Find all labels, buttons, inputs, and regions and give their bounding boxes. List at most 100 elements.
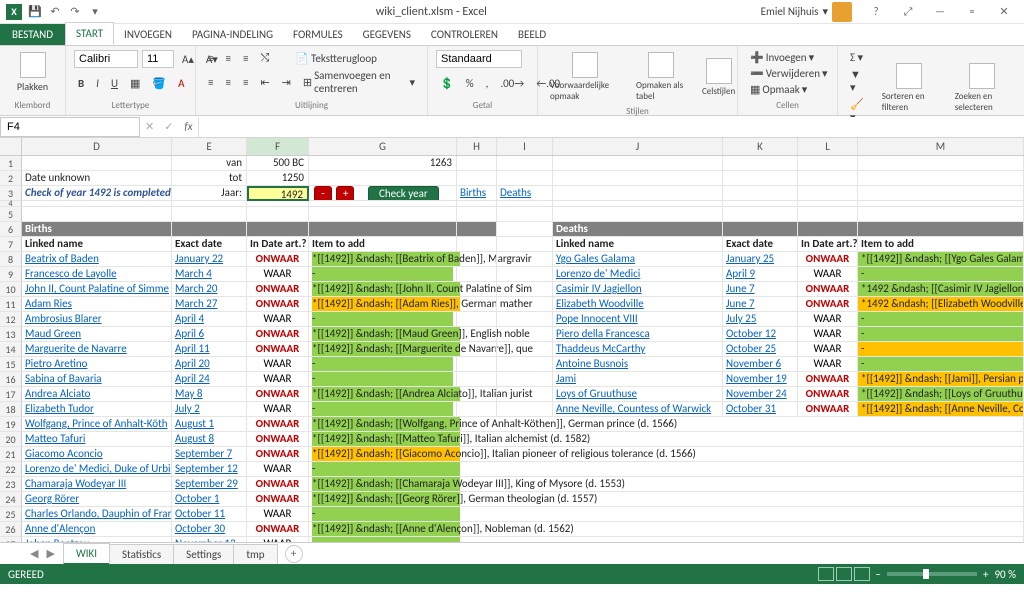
- row-header[interactable]: 27: [0, 537, 22, 542]
- linked-name[interactable]: Wolfgang, Prince of Anhalt-Köth: [22, 417, 172, 432]
- exact-date-d[interactable]: November 19: [723, 372, 798, 387]
- row-header[interactable]: 22: [0, 462, 22, 477]
- tab-pagina-indeling[interactable]: PAGINA-INDELING: [182, 24, 283, 45]
- bold-button[interactable]: B: [74, 76, 88, 91]
- cell[interactable]: [457, 171, 497, 186]
- row-header[interactable]: 5: [0, 207, 22, 222]
- cell[interactable]: [457, 327, 497, 342]
- cell[interactable]: [457, 312, 497, 327]
- increase-decimal-icon[interactable]: .00→: [496, 76, 528, 91]
- font-size-combo[interactable]: [142, 50, 174, 68]
- font-color-icon[interactable]: A: [174, 76, 188, 91]
- row-header[interactable]: 16: [0, 372, 22, 387]
- cell[interactable]: [457, 342, 497, 357]
- tab-bestand[interactable]: BESTAND: [0, 24, 65, 45]
- exact-date[interactable]: September 12: [172, 462, 247, 477]
- undo-icon[interactable]: ↶: [48, 5, 62, 19]
- linked-name[interactable]: Maud Green: [22, 327, 172, 342]
- cell[interactable]: [457, 252, 497, 267]
- cell[interactable]: [457, 207, 497, 222]
- tab-start[interactable]: START: [65, 22, 114, 45]
- comma-icon[interactable]: ,: [482, 76, 493, 91]
- select-all-triangle[interactable]: [0, 138, 22, 155]
- cell[interactable]: [497, 357, 553, 372]
- align-left-icon[interactable]: ≡: [204, 75, 217, 90]
- row-header[interactable]: 26: [0, 522, 22, 537]
- cell[interactable]: [22, 207, 172, 222]
- maximize-button[interactable]: ▫: [958, 3, 986, 21]
- save-icon[interactable]: 💾: [28, 5, 42, 19]
- exact-date[interactable]: April 24: [172, 372, 247, 387]
- column-header-K[interactable]: K: [723, 138, 798, 155]
- cell[interactable]: [553, 186, 723, 201]
- font-name-combo[interactable]: [74, 50, 138, 68]
- cell[interactable]: [497, 267, 553, 282]
- val-1263[interactable]: 1263: [309, 156, 457, 171]
- cell[interactable]: [553, 156, 723, 171]
- tab-invoegen[interactable]: INVOEGEN: [114, 24, 182, 45]
- row-header[interactable]: 25: [0, 507, 22, 522]
- cell[interactable]: [497, 297, 553, 312]
- add-sheet-button[interactable]: +: [285, 545, 303, 563]
- align-top-icon[interactable]: ≡: [204, 51, 217, 66]
- number-format-combo[interactable]: [436, 50, 522, 68]
- row-header[interactable]: 10: [0, 282, 22, 297]
- column-header-H[interactable]: H: [457, 138, 497, 155]
- formula-bar[interactable]: [198, 117, 1024, 137]
- fill-color-icon[interactable]: 🪣: [148, 76, 170, 91]
- exact-date[interactable]: April 20: [172, 357, 247, 372]
- zoom-slider[interactable]: [887, 572, 977, 576]
- cell[interactable]: [723, 207, 798, 222]
- check-year-button[interactable]: Check year: [368, 186, 439, 201]
- row-header[interactable]: 14: [0, 342, 22, 357]
- zoom-level[interactable]: 90 %: [994, 568, 1016, 581]
- user-area[interactable]: Emiel Nijhuis ▾: [761, 2, 862, 22]
- cell[interactable]: [497, 207, 553, 222]
- name-box[interactable]: [0, 117, 140, 137]
- jaar-input[interactable]: 1492: [247, 186, 309, 201]
- tab-formules[interactable]: FORMULES: [283, 24, 353, 45]
- column-header-M[interactable]: M: [858, 138, 1024, 155]
- linked-name[interactable]: Giacomo Aconcio: [22, 447, 172, 462]
- linked-name[interactable]: Francesco de Layolle: [22, 267, 172, 282]
- increase-indent-icon[interactable]: ⇥: [278, 75, 295, 90]
- linked-name-d[interactable]: Piero della Francesca: [553, 327, 723, 342]
- exact-date[interactable]: March 27: [172, 297, 247, 312]
- linked-name[interactable]: Adam Ries: [22, 297, 172, 312]
- column-header-J[interactable]: J: [553, 138, 723, 155]
- linked-name[interactable]: Pietro Aretino: [22, 357, 172, 372]
- cell[interactable]: [457, 156, 497, 171]
- row-header[interactable]: 11: [0, 297, 22, 312]
- exact-date-d[interactable]: October 25: [723, 342, 798, 357]
- row-header[interactable]: 19: [0, 417, 22, 432]
- underline-button[interactable]: U: [107, 76, 122, 91]
- qat-customize-icon[interactable]: ▾: [88, 5, 102, 19]
- exact-date[interactable]: August 8: [172, 432, 247, 447]
- cell[interactable]: [497, 237, 553, 252]
- cell[interactable]: [497, 342, 553, 357]
- exact-date[interactable]: September 29: [172, 477, 247, 492]
- exact-date[interactable]: October 11: [172, 507, 247, 522]
- row-header[interactable]: 15: [0, 357, 22, 372]
- column-header-F[interactable]: F: [247, 138, 309, 155]
- val-van[interactable]: 500 BC: [247, 156, 309, 171]
- linked-name[interactable]: Chamaraja Wodeyar III: [22, 477, 172, 492]
- deaths-link[interactable]: Deaths: [497, 186, 553, 201]
- sheet-tab-settings[interactable]: Settings: [173, 544, 234, 564]
- cell[interactable]: [172, 207, 247, 222]
- exact-date-d[interactable]: June 7: [723, 297, 798, 312]
- cell[interactable]: [497, 402, 553, 417]
- worksheet-grid[interactable]: DEFGHIJKLM 1van500 BC12632Date unknownto…: [0, 138, 1024, 542]
- cell[interactable]: [798, 171, 858, 186]
- redo-icon[interactable]: ↷: [68, 5, 82, 19]
- linked-name[interactable]: Ambrosius Blarer: [22, 312, 172, 327]
- decrease-indent-icon[interactable]: ⇤: [256, 75, 273, 90]
- merge-center-button[interactable]: ⊞ Samenvoegen en centreren ▾: [299, 68, 419, 96]
- row-header[interactable]: 13: [0, 327, 22, 342]
- minus-button[interactable]: -: [314, 186, 332, 201]
- cell[interactable]: [457, 237, 497, 252]
- cell[interactable]: [497, 156, 553, 171]
- cell[interactable]: [858, 207, 1024, 222]
- zoom-out-button[interactable]: −: [876, 568, 881, 581]
- exact-date[interactable]: April 4: [172, 312, 247, 327]
